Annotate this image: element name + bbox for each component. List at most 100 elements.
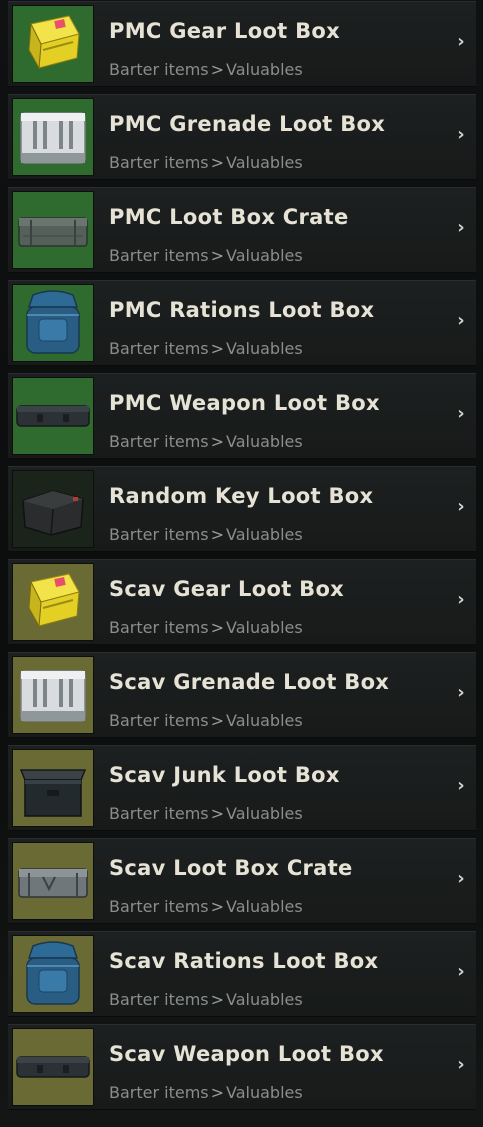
yellow-case-icon xyxy=(13,564,93,640)
item-thumbnail xyxy=(12,98,94,176)
breadcrumb-separator: > xyxy=(210,1083,225,1102)
item-breadcrumb: Barter items > Valuables xyxy=(109,804,303,823)
item-category: Barter items xyxy=(109,1083,209,1102)
item-category: Barter items xyxy=(109,339,209,358)
item-thumbnail xyxy=(12,842,94,920)
breadcrumb-separator: > xyxy=(210,60,225,79)
item-thumbnail xyxy=(12,284,94,362)
rations-bag-icon xyxy=(13,285,93,361)
item-title: PMC Rations Loot Box xyxy=(109,298,375,322)
item-category: Barter items xyxy=(109,897,209,916)
breadcrumb-separator: > xyxy=(210,153,225,172)
item-breadcrumb: Barter items > Valuables xyxy=(109,990,303,1009)
chevron-right-icon: › xyxy=(457,31,465,52)
item-breadcrumb: Barter items > Valuables xyxy=(109,339,303,358)
breadcrumb-separator: > xyxy=(210,432,225,451)
chevron-right-icon: › xyxy=(457,403,465,424)
item-subcategory: Valuables xyxy=(226,1083,303,1102)
list-item[interactable]: Scav Junk Loot Box Barter items > Valuable… xyxy=(8,745,476,831)
item-thumbnail xyxy=(12,377,94,455)
key-pouch-icon xyxy=(13,471,93,547)
chevron-right-icon: › xyxy=(457,682,465,703)
item-thumbnail xyxy=(12,1028,94,1106)
item-title: Scav Gear Loot Box xyxy=(109,577,345,601)
breadcrumb-separator: > xyxy=(210,804,225,823)
list-item[interactable]: Random Key Loot Box Barter items > Valuabl… xyxy=(8,466,476,552)
long-crate-icon xyxy=(13,192,93,268)
item-title: PMC Weapon Loot Box xyxy=(109,391,380,415)
list-item[interactable]: PMC Weapon Loot Box Barter items > Valuabl… xyxy=(8,373,476,459)
chevron-right-icon: › xyxy=(457,775,465,796)
list-item[interactable]: Scav Weapon Loot Box Barter items > Valuab… xyxy=(8,1024,476,1110)
item-breadcrumb: Barter items > Valuables xyxy=(109,153,303,172)
item-subcategory: Valuables xyxy=(226,339,303,358)
item-thumbnail xyxy=(12,470,94,548)
item-category: Barter items xyxy=(109,618,209,637)
item-breadcrumb: Barter items > Valuables xyxy=(109,60,303,79)
list-item[interactable]: PMC Gear Loot Box Barter items > Valuables… xyxy=(8,1,476,87)
item-subcategory: Valuables xyxy=(226,990,303,1009)
breadcrumb-separator: > xyxy=(210,339,225,358)
item-breadcrumb: Barter items > Valuables xyxy=(109,246,303,265)
item-title: PMC Grenade Loot Box xyxy=(109,112,386,136)
breadcrumb-separator: > xyxy=(210,246,225,265)
grenade-crate-icon xyxy=(13,99,93,175)
item-category: Barter items xyxy=(109,432,209,451)
item-subcategory: Valuables xyxy=(226,153,303,172)
list-item[interactable]: PMC Grenade Loot Box Barter items > Valuab… xyxy=(8,94,476,180)
chevron-right-icon: › xyxy=(457,124,465,145)
item-subcategory: Valuables xyxy=(226,525,303,544)
item-thumbnail xyxy=(12,563,94,641)
chevron-right-icon: › xyxy=(457,589,465,610)
chevron-right-icon: › xyxy=(457,217,465,238)
item-title: Scav Junk Loot Box xyxy=(109,763,340,787)
item-category: Barter items xyxy=(109,60,209,79)
breadcrumb-separator: > xyxy=(210,990,225,1009)
item-category: Barter items xyxy=(109,990,209,1009)
item-breadcrumb: Barter items > Valuables xyxy=(109,618,303,637)
item-breadcrumb: Barter items > Valuables xyxy=(109,711,303,730)
metal-crate-icon xyxy=(13,843,93,919)
item-title: Scav Loot Box Crate xyxy=(109,856,353,880)
item-breadcrumb: Barter items > Valuables xyxy=(109,1083,303,1102)
item-category: Barter items xyxy=(109,711,209,730)
breadcrumb-separator: > xyxy=(210,711,225,730)
rations-bag-icon xyxy=(13,936,93,1012)
list-item[interactable]: Scav Grenade Loot Box Barter items > Valua… xyxy=(8,652,476,738)
breadcrumb-separator: > xyxy=(210,525,225,544)
item-title: PMC Gear Loot Box xyxy=(109,19,340,43)
item-title: PMC Loot Box Crate xyxy=(109,205,349,229)
item-subcategory: Valuables xyxy=(226,60,303,79)
item-subcategory: Valuables xyxy=(226,897,303,916)
item-subcategory: Valuables xyxy=(226,432,303,451)
breadcrumb-separator: > xyxy=(210,897,225,916)
item-breadcrumb: Barter items > Valuables xyxy=(109,525,303,544)
weapon-case-icon xyxy=(13,1029,93,1105)
item-title: Scav Rations Loot Box xyxy=(109,949,379,973)
item-thumbnail xyxy=(12,935,94,1013)
list-item[interactable]: Scav Rations Loot Box Barter items > Valua… xyxy=(8,931,476,1017)
grenade-crate-icon xyxy=(13,657,93,733)
item-subcategory: Valuables xyxy=(226,618,303,637)
item-subcategory: Valuables xyxy=(226,804,303,823)
yellow-case-icon xyxy=(13,6,93,82)
chevron-right-icon: › xyxy=(457,310,465,331)
list-item[interactable]: PMC Rations Loot Box Barter items > Valuab… xyxy=(8,280,476,366)
list-item[interactable]: PMC Loot Box Crate Barter items > Valuable… xyxy=(8,187,476,273)
item-subcategory: Valuables xyxy=(226,711,303,730)
item-subcategory: Valuables xyxy=(226,246,303,265)
item-category: Barter items xyxy=(109,525,209,544)
item-thumbnail xyxy=(12,5,94,83)
chevron-right-icon: › xyxy=(457,961,465,982)
chevron-right-icon: › xyxy=(457,496,465,517)
weapon-case-icon xyxy=(13,378,93,454)
item-category: Barter items xyxy=(109,804,209,823)
loot-box-list: PMC Gear Loot Box Barter items > Valuables… xyxy=(0,0,483,1127)
item-breadcrumb: Barter items > Valuables xyxy=(109,432,303,451)
item-category: Barter items xyxy=(109,153,209,172)
list-item[interactable]: Scav Loot Box Crate Barter items > Valuabl… xyxy=(8,838,476,924)
item-breadcrumb: Barter items > Valuables xyxy=(109,897,303,916)
item-thumbnail xyxy=(12,656,94,734)
chevron-right-icon: › xyxy=(457,868,465,889)
list-item[interactable]: Scav Gear Loot Box Barter items > Valuable… xyxy=(8,559,476,645)
